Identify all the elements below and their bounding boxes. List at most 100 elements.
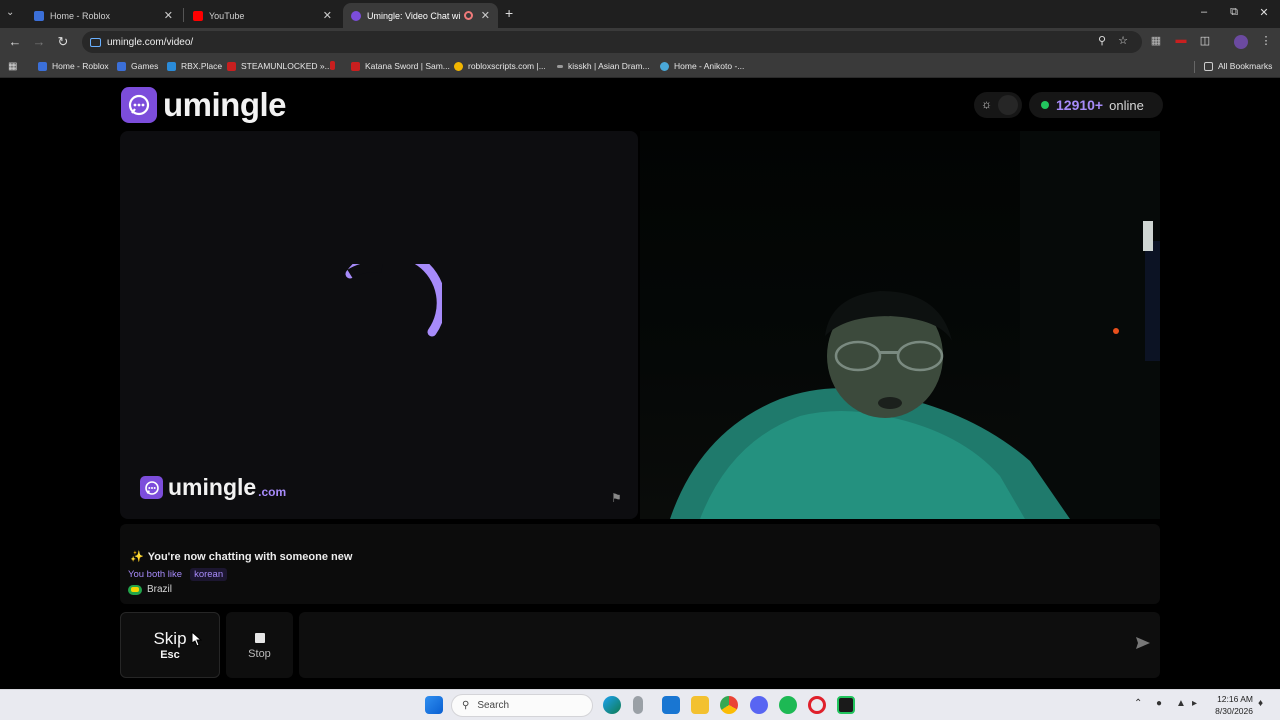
bookmark-label: Home - Anikoto -...	[674, 61, 745, 71]
umingle-favicon-icon	[351, 10, 361, 21]
minimize-button[interactable]: –	[1194, 6, 1214, 18]
close-window-button[interactable]: ✕	[1254, 6, 1274, 19]
close-tab-icon[interactable]: ✕	[164, 9, 173, 22]
bookmark-label: robloxscripts.com |...	[468, 61, 546, 71]
extensions-puzzle-icon[interactable]: ◫	[1197, 34, 1213, 47]
online-counter: 12910+ online	[1029, 92, 1163, 118]
clock-time: 12:16 AM	[1217, 694, 1253, 704]
site-info-icon[interactable]	[90, 37, 101, 47]
report-flag-icon[interactable]: ⚑	[611, 491, 622, 505]
photos-icon[interactable]	[662, 696, 680, 714]
windows-taskbar: ⚲ Search ⌃ ● ▲ ▸ 12:16 AM 8/30/2026 ♦	[0, 689, 1280, 720]
red-bookmark-icon	[330, 61, 335, 70]
stranger-country: Brazil	[128, 584, 172, 595]
extension-red-icon[interactable]: ▬	[1173, 34, 1189, 46]
umingle-page: umingle ☼ 12910+ online umingle .com ⚑ ✨…	[0, 79, 1280, 689]
mouse-app-icon[interactable]	[633, 696, 643, 714]
message-input[interactable]	[299, 612, 1160, 678]
sun-icon: ☼	[981, 97, 992, 111]
kisskh-icon	[557, 64, 563, 68]
umingle-watermark: umingle .com	[140, 474, 286, 501]
stop-button[interactable]: Stop	[226, 612, 293, 678]
bookmark-star-icon[interactable]: ☆	[1115, 34, 1131, 47]
bookmark-anikoto[interactable]: Home - Anikoto -...	[660, 61, 744, 71]
bookmark-label: Home - Roblox	[52, 61, 109, 71]
robloxscripts-icon	[454, 61, 463, 71]
stop-label: Stop	[248, 648, 271, 660]
loading-spinner-icon	[345, 264, 442, 337]
close-tab-icon[interactable]: ✕	[323, 9, 332, 22]
zoom-icon[interactable]: ⚲	[1094, 34, 1110, 47]
volume-icon[interactable]: ▸	[1192, 698, 1197, 709]
anikoto-icon	[660, 61, 669, 71]
new-tab-button[interactable]: +	[505, 5, 513, 21]
folder-icon	[1204, 61, 1213, 71]
bookmark-kisskh[interactable]: kisskh | Asian Dram...	[557, 61, 650, 71]
bookmark-steamunlocked[interactable]: STEAMUNLOCKED »...	[227, 61, 332, 71]
clock-date: 8/30/2026	[1215, 706, 1253, 716]
bookmark-games[interactable]: Games	[117, 61, 158, 71]
bookmarks-divider	[1194, 61, 1195, 73]
windows-start-icon[interactable]	[425, 696, 443, 714]
chat-bubble-logo-icon	[140, 476, 163, 499]
all-bookmarks-button[interactable]: All Bookmarks	[1204, 61, 1272, 71]
chat-bubble-logo-icon	[121, 87, 157, 123]
close-tab-icon[interactable]: ✕	[481, 9, 490, 22]
forward-button[interactable]: →	[30, 34, 48, 49]
tray-overflow-icon[interactable]: ⌃	[1134, 698, 1142, 709]
bookmark-label: kisskh | Asian Dram...	[568, 61, 650, 71]
skip-label: Skip	[153, 629, 187, 648]
online-status-dot	[1041, 101, 1049, 109]
back-button[interactable]: ←	[6, 34, 24, 49]
tab-roblox[interactable]: Home - Roblox ✕	[26, 3, 181, 28]
tab-title: YouTube	[209, 10, 245, 21]
status-message-text: You're now chatting with someone new	[147, 550, 353, 563]
spotify-icon[interactable]	[779, 696, 797, 714]
watermark-domain: .com	[258, 484, 287, 499]
discord-icon[interactable]	[750, 696, 768, 714]
skip-shortcut: Esc	[160, 649, 180, 661]
apps-grid-icon[interactable]: ▦	[8, 61, 17, 72]
interest-tag: korean	[190, 568, 228, 581]
bookmark-katana-sword[interactable]: Katana Sword | Sam...	[351, 61, 450, 71]
katana-icon	[351, 61, 360, 71]
notification-bell-icon[interactable]: ♦	[1258, 698, 1263, 709]
bookmark-red[interactable]	[330, 61, 340, 70]
umingle-logo[interactable]: umingle	[121, 86, 287, 124]
online-count: 12910+	[1056, 97, 1104, 113]
browser-toolbar: ← → ↻ umingle.com/video/ ⚲ ☆ ▦ ▬ ◫ ⋮	[0, 28, 1280, 56]
webcam-feed	[670, 131, 1160, 519]
bookmark-rbx-place[interactable]: RBX.Place	[167, 61, 222, 71]
tab-umingle[interactable]: Umingle: Video Chat with S ✕	[343, 3, 498, 28]
reload-button[interactable]: ↻	[54, 34, 72, 50]
tab-youtube[interactable]: YouTube ✕	[185, 3, 340, 28]
microphone-icon[interactable]: ●	[1156, 698, 1162, 709]
active-app-icon[interactable]	[837, 696, 855, 714]
skip-button[interactable]: Skip Esc	[120, 612, 220, 678]
file-explorer-icon[interactable]	[691, 696, 709, 714]
bookmark-robloxscripts[interactable]: robloxscripts.com |...	[454, 61, 546, 71]
extension-icon[interactable]: ▦	[1148, 34, 1164, 47]
brand-name: umingle	[163, 86, 287, 123]
steamunlocked-icon	[227, 61, 236, 71]
recording-indicator-icon	[463, 11, 473, 20]
chrome-icon[interactable]	[720, 696, 738, 714]
send-icon[interactable]	[1135, 636, 1151, 650]
bookmark-home-roblox[interactable]: Home - Roblox	[38, 61, 109, 71]
restore-button[interactable]: ⧉	[1224, 6, 1244, 19]
theme-toggle[interactable]: ☼	[974, 92, 1022, 118]
country-name: Brazil	[147, 584, 173, 595]
profile-avatar[interactable]	[1234, 35, 1248, 49]
opera-icon[interactable]	[808, 696, 826, 714]
tab-search-icon[interactable]: ⌄	[6, 7, 14, 18]
wifi-icon[interactable]: ▲	[1176, 698, 1186, 709]
system-clock[interactable]: 12:16 AM 8/30/2026	[1207, 693, 1253, 717]
taskbar-search[interactable]: ⚲ Search	[451, 694, 593, 717]
address-bar[interactable]: umingle.com/video/	[82, 31, 1142, 53]
edge-icon[interactable]	[603, 696, 621, 714]
shared-interests: You both like korean	[128, 568, 228, 581]
likes-prefix: You both like	[128, 569, 183, 580]
sparkles-icon: ✨	[130, 551, 144, 563]
menu-kebab-icon[interactable]: ⋮	[1258, 34, 1274, 47]
roblox-icon	[38, 61, 47, 71]
